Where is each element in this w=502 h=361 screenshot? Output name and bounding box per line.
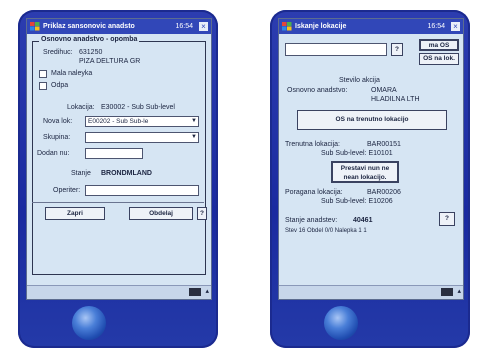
osnovno-label: Osnovno anadstvo: <box>287 87 348 94</box>
footer-status: Stev 16 Obdel 0/0 Nalepka 1 1 <box>285 228 367 234</box>
product-name: PIZA DELTURA GR <box>79 58 141 65</box>
sifra-label: Sredihuc: <box>43 49 73 56</box>
search-help-button[interactable]: ? <box>391 43 403 56</box>
trenutna-label: Trenutna lokacija: <box>285 141 340 148</box>
window-title: Iskanje lokacije <box>295 23 347 30</box>
odpa-checkbox[interactable] <box>39 82 47 90</box>
chevron-down-icon: ▼ <box>191 118 197 124</box>
chevron-down-icon: ▼ <box>191 134 197 140</box>
keyboard-icon[interactable] <box>441 288 453 296</box>
trenutna-sub: Sub Sub-level: E10101 <box>321 150 393 157</box>
prestavi-button[interactable]: Prestavi nun ne nean lokacijo. <box>331 161 399 183</box>
trenutna-value: BAR00151 <box>367 141 401 148</box>
mala-naleyka-label: Mala naleyka <box>51 70 93 77</box>
right-pda-device: Iskanje lokacije 16:54 × ? ma OS OS na l… <box>270 10 470 348</box>
windows-start-icon[interactable] <box>282 22 292 31</box>
operater-input[interactable] <box>85 185 199 196</box>
location-search-input[interactable] <box>285 43 387 56</box>
lokacija-label: Lokacija: <box>67 104 95 111</box>
nova-lok-select[interactable]: E00202 - Sub Sub-le ▼ <box>85 116 199 127</box>
osnovno-value-2: HLADILNA LTH <box>371 96 420 103</box>
divider <box>32 202 204 203</box>
zapri-button[interactable]: Zapri <box>45 207 105 220</box>
stanje-label: Stanje anadstev: <box>285 217 338 224</box>
chevron-up-icon[interactable]: ▴ <box>457 287 461 295</box>
poragana-value: BAR00206 <box>367 189 401 196</box>
obdelaj-button[interactable]: Obdelaj <box>129 207 193 220</box>
group-title: Osnovno anadstvo - opomba <box>39 36 140 43</box>
windows-start-icon[interactable] <box>30 22 40 31</box>
stanje-label: Stanje <box>71 170 91 177</box>
left-screen: Priklaz sansonovic anadsto 16:54 × Osnov… <box>26 18 212 300</box>
poragana-sub: Sub Sub-level: E10206 <box>321 198 393 205</box>
stanje-value: 40461 <box>353 217 373 224</box>
side-help-button[interactable]: ? <box>197 207 207 220</box>
stevilo-label: Stevilo akcija <box>339 77 380 84</box>
right-menu-bar: ▴ <box>279 285 463 299</box>
dodan-input[interactable] <box>85 148 143 159</box>
osnovno-value-1: OMARA <box>371 87 397 94</box>
na-os-button[interactable]: ma OS <box>419 39 459 51</box>
right-title-bar: Iskanje lokacije 16:54 × <box>279 19 463 34</box>
skupina-label: Skupina: <box>43 134 71 141</box>
odpa-label: Odpa <box>51 82 69 89</box>
close-icon[interactable]: × <box>199 22 208 31</box>
prestavi-line-1: Prestavi nun ne <box>340 165 390 172</box>
hardware-nav-button[interactable] <box>324 306 358 340</box>
skupina-select[interactable]: ▼ <box>85 132 199 143</box>
bottom-help-button[interactable]: ? <box>439 212 455 226</box>
nova-lok-label: Nova lok: <box>43 118 73 125</box>
sifra-value: 631250 <box>79 49 103 56</box>
hardware-nav-button[interactable] <box>72 306 106 340</box>
poragana-label: Poragana lokacija: <box>285 189 343 196</box>
close-icon[interactable]: × <box>451 22 460 31</box>
clock: 16:54 <box>427 23 445 30</box>
left-pda-device: Priklaz sansonovic anadsto 16:54 × Osnov… <box>18 10 218 348</box>
right-screen: Iskanje lokacije 16:54 × ? ma OS OS na l… <box>278 18 464 300</box>
left-title-bar: Priklaz sansonovic anadsto 16:54 × <box>27 19 211 34</box>
lokacija-value: E30002 - Sub Sub-level <box>101 104 175 111</box>
operater-label: Operiter: <box>53 187 81 194</box>
nova-lok-value: E00202 - Sub Sub-le <box>88 118 149 125</box>
dodan-label: Dodan nu: <box>37 150 70 157</box>
clock: 16:54 <box>175 23 193 30</box>
mala-naleyka-checkbox[interactable] <box>39 70 47 78</box>
window-title: Priklaz sansonovic anadsto <box>43 23 135 30</box>
os-na-lok-button[interactable]: OS na lok. <box>419 53 459 65</box>
chevron-up-icon[interactable]: ▴ <box>205 287 209 295</box>
stanje-value: BRONDMLAND <box>101 170 152 177</box>
keyboard-icon[interactable] <box>189 288 201 296</box>
os-trenutno-button[interactable]: OS na trenutno lokacijo <box>297 110 447 130</box>
left-menu-bar: ▴ <box>27 285 211 299</box>
prestavi-line-2: nean lokacijo. <box>343 174 387 181</box>
